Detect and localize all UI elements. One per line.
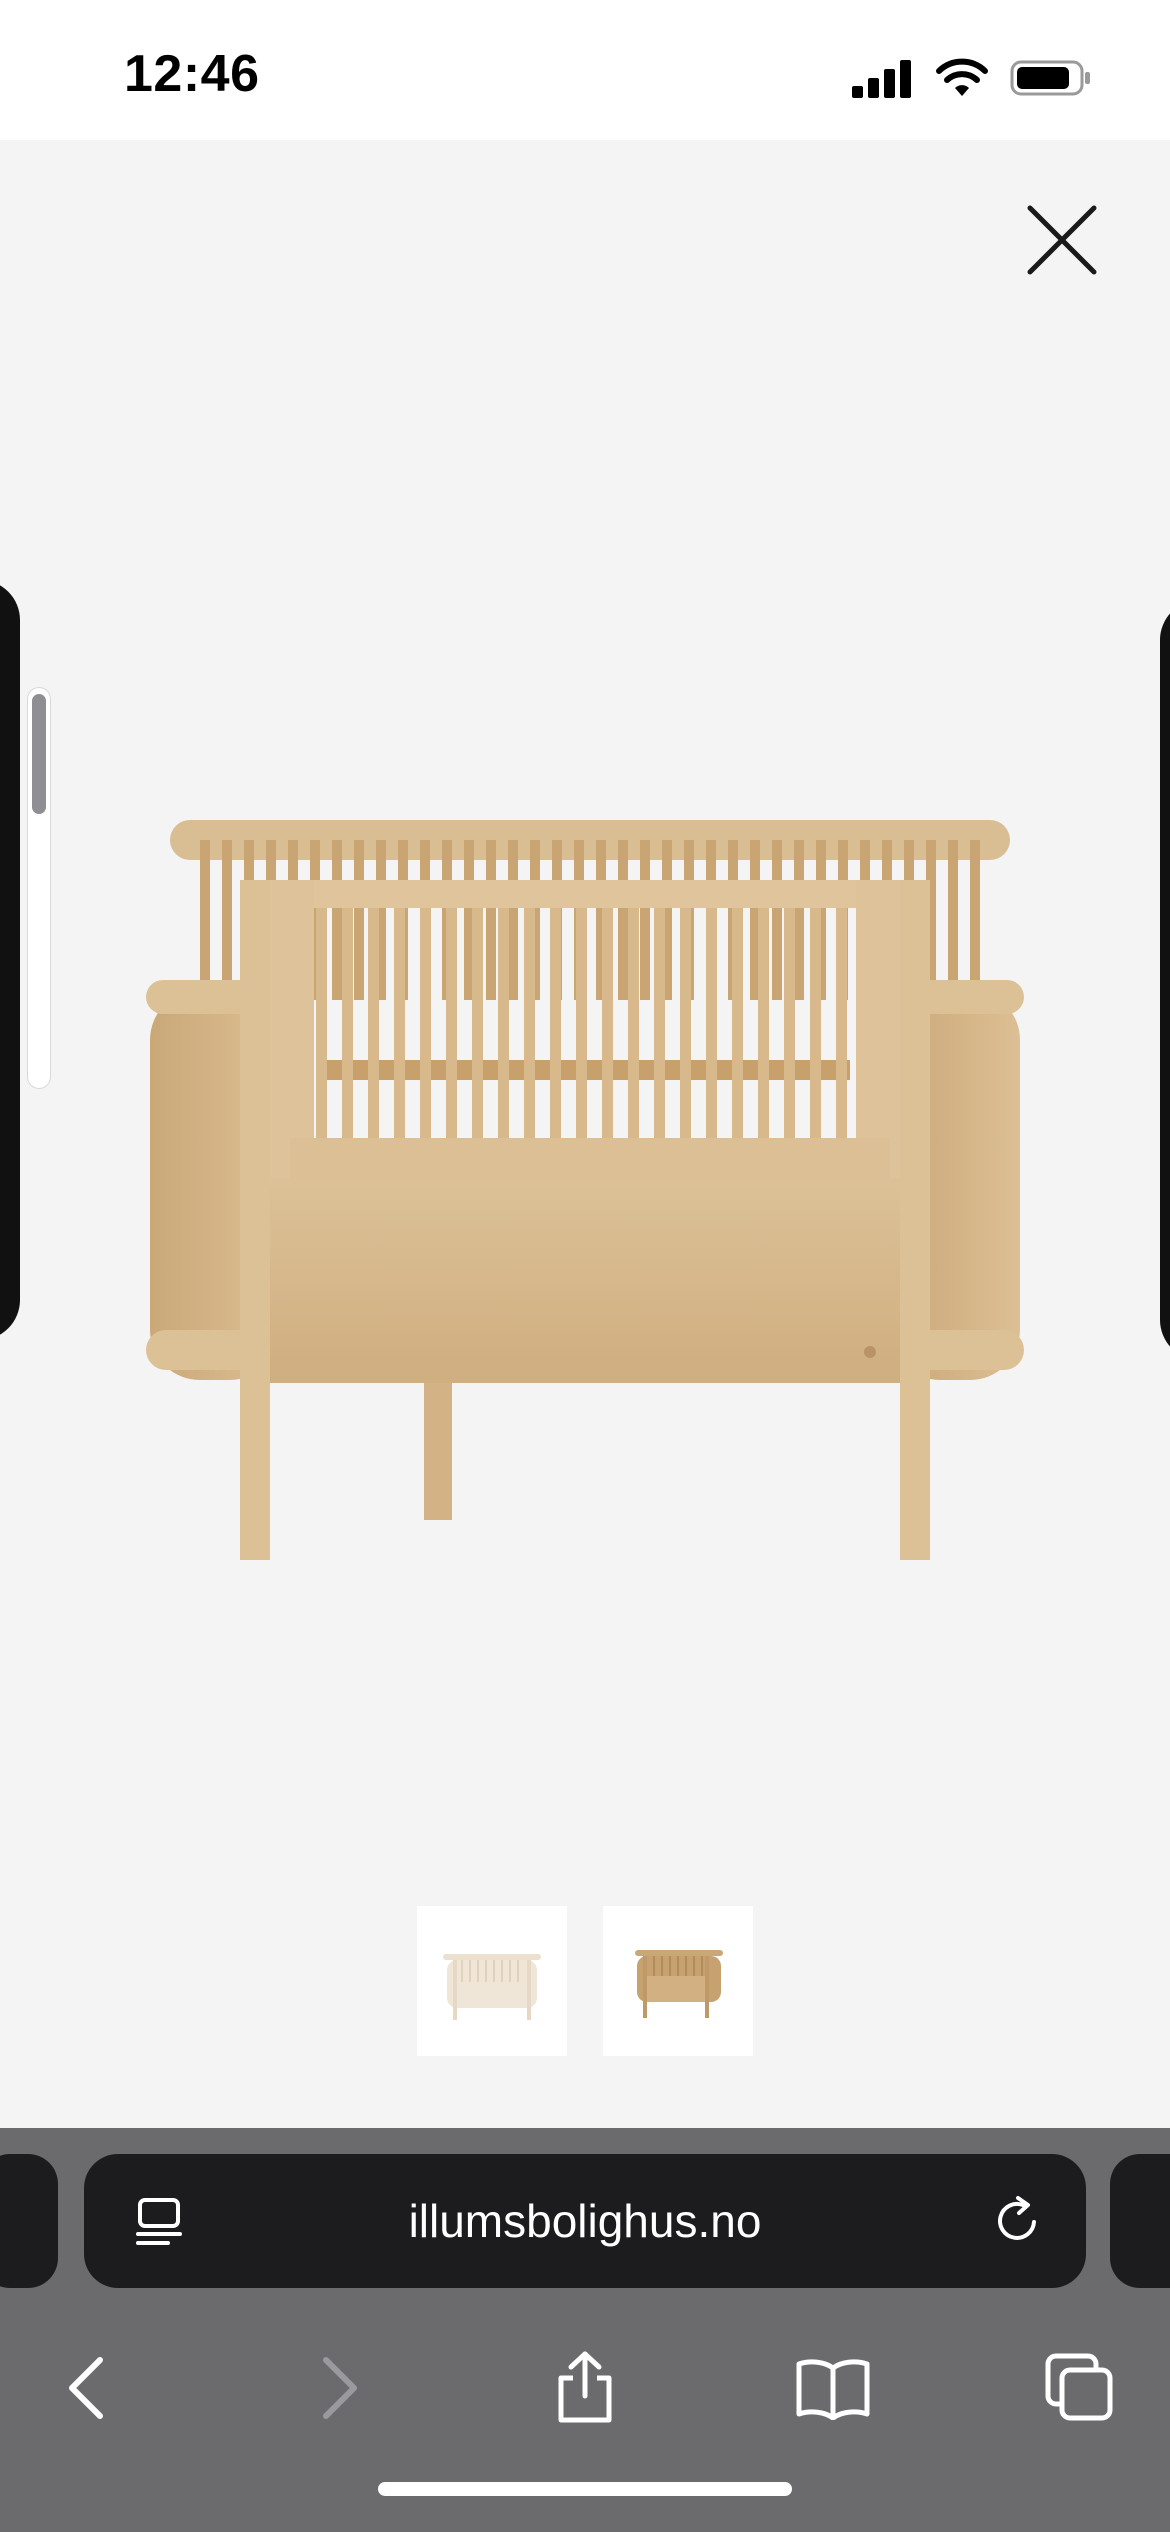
crib-thumbnail-natural [635,1950,723,2018]
share-button[interactable] [545,2348,625,2428]
bookmarks-button[interactable] [793,2348,873,2428]
image-viewer[interactable] [0,140,1170,2128]
product-image-crib[interactable] [130,640,1040,1570]
wifi-icon [936,58,988,96]
thumbnail-strip [0,1906,1170,2056]
scrollbar-thumb[interactable] [32,694,46,814]
close-icon[interactable] [1020,198,1104,282]
reload-icon[interactable] [990,2192,1046,2248]
forward-button[interactable] [300,2348,380,2428]
forward-icon [323,2357,357,2419]
battery-icon [1010,60,1090,96]
cellular-signal-icon [852,60,911,98]
next-tab-preview[interactable] [1110,2154,1170,2288]
home-indicator[interactable] [378,2482,792,2496]
share-icon [558,2351,612,2423]
thumbnail-1[interactable] [417,1906,567,2056]
thumbnail-2[interactable] [603,1906,753,2056]
tabs-icon [1045,2353,1113,2421]
bookmarks-icon [796,2359,870,2420]
browser-toolbar-area: illumsbolighus.no [0,2128,1170,2532]
back-icon [69,2357,103,2419]
address-bar[interactable]: illumsbolighus.no [84,2154,1086,2288]
status-time: 12:46 [124,45,260,103]
edge-decoration-right [1160,600,1170,1360]
crib-thumbnail-light [443,1954,541,2020]
back-button[interactable] [46,2348,126,2428]
edge-decoration-left [0,580,20,1340]
tabs-button[interactable] [1040,2348,1120,2428]
status-bar: 12:46 [0,0,1170,140]
url-text: illumsbolighus.no [408,2195,762,2247]
previous-tab-preview[interactable] [0,2154,58,2288]
vertical-scrollbar[interactable] [28,688,50,1088]
status-icons [852,56,1092,100]
browser-bottom-toolbar [0,2324,1170,2454]
